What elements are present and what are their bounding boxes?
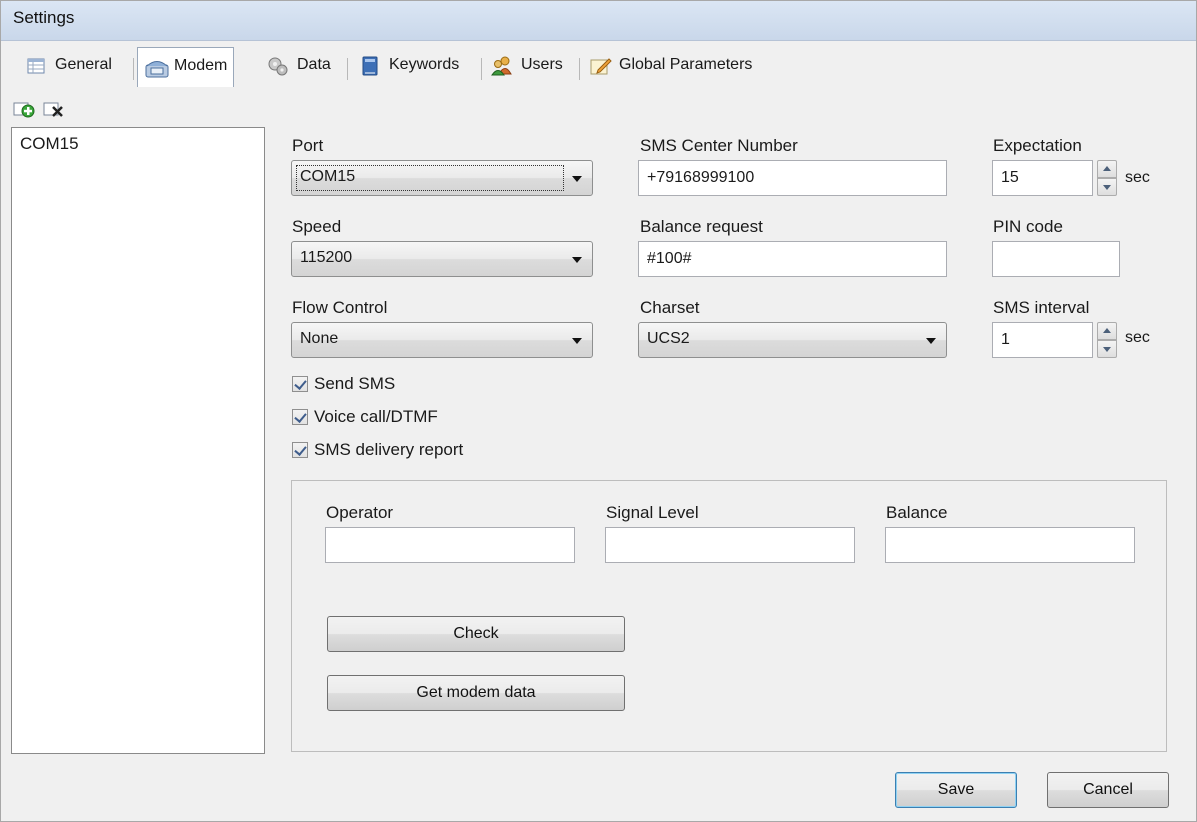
focus-rect [296,165,564,191]
expectation-label: Expectation [993,136,1082,155]
port-select[interactable]: COM15 [291,160,593,196]
speed-label: Speed [292,217,342,236]
tab-keywords[interactable]: Keywords [353,51,465,83]
tab-modem[interactable]: Modem [137,47,235,87]
modem-list[interactable]: COM15 [11,127,265,754]
balance-label: Balance [886,503,948,522]
cancel-button[interactable]: Cancel [1047,772,1169,808]
check-button[interactable]: Check [327,616,625,652]
chevron-down-icon [926,338,936,344]
charset-select[interactable]: UCS2 [638,322,947,358]
get-modem-data-button[interactable]: Get modem data [327,675,625,711]
charset-value: UCS2 [647,330,690,347]
tab-separator [347,58,348,80]
add-modem-icon [13,102,35,118]
port-label: Port [292,136,324,155]
pencil-icon [589,56,612,76]
expectation-spinner[interactable] [1097,160,1117,196]
gears-icon [267,56,289,76]
chevron-down-icon [572,338,582,344]
tab-data[interactable]: Data [261,51,337,83]
speed-select[interactable]: 115200 [291,241,593,277]
chevron-down-icon [572,176,582,182]
remove-modem-icon [43,102,63,117]
spin-down-icon[interactable] [1097,178,1117,196]
speed-value: 115200 [300,249,353,266]
sms-center-input[interactable]: +79168999100 [638,160,947,196]
operator-field [325,527,575,563]
phone-icon [144,57,169,78]
expectation-input[interactable]: 15 [992,160,1093,196]
sms-interval-spinner[interactable] [1097,322,1117,358]
balance-request-input[interactable]: #100# [638,241,947,277]
table-icon [25,56,47,76]
flow-control-label: Flow Control [292,298,388,317]
send-sms-label: Send SMS [314,374,396,393]
tab-separator [481,58,482,80]
save-button[interactable]: Save [895,772,1017,808]
tab-separator [133,58,134,80]
tab-users[interactable]: Users [485,51,569,83]
signal-level-field [605,527,855,563]
pin-code-label: PIN code [993,217,1063,236]
sms-interval-label: SMS interval [993,298,1090,317]
tab-general[interactable]: General [19,51,118,83]
flow-control-value: None [300,330,339,347]
checkmark-icon[interactable] [292,376,308,392]
tab-global-parameters[interactable]: Global Parameters [583,51,758,83]
settings-window: Settings General Modem Data Keywords Use… [0,0,1197,822]
delivery-report-checkbox[interactable]: SMS delivery report [292,440,463,460]
balance-field [885,527,1135,563]
flow-control-select[interactable]: None [291,322,593,358]
checkmark-icon[interactable] [292,442,308,458]
voice-call-checkbox[interactable]: Voice call/DTMF [292,407,438,427]
spin-up-icon[interactable] [1097,160,1117,178]
tab-bar: General Modem Data Keywords Users Global… [1,42,1196,87]
sms-interval-input[interactable]: 1 [992,322,1093,358]
checkmark-icon[interactable] [292,409,308,425]
book-icon [359,56,381,76]
users-icon [491,56,513,76]
list-item[interactable]: COM15 [20,134,79,154]
sms-interval-unit: sec [1125,329,1150,346]
pin-code-input[interactable] [992,241,1120,277]
operator-label: Operator [326,503,394,522]
remove-modem-button[interactable] [43,97,65,119]
modem-toolbar [13,97,65,121]
balance-request-label: Balance request [640,217,763,236]
delivery-report-label: SMS delivery report [314,440,464,459]
window-title: Settings [1,1,1196,41]
spin-down-icon[interactable] [1097,340,1117,358]
modem-status-group: Operator Signal Level Balance Check Get … [291,480,1167,752]
spin-up-icon[interactable] [1097,322,1117,340]
sms-center-label: SMS Center Number [640,136,798,155]
voice-call-label: Voice call/DTMF [314,407,438,426]
add-modem-button[interactable] [13,97,35,119]
send-sms-checkbox[interactable]: Send SMS [292,374,395,394]
expectation-unit: sec [1125,169,1150,186]
signal-level-label: Signal Level [606,503,699,522]
tab-separator [579,58,580,80]
chevron-down-icon [572,257,582,263]
charset-label: Charset [640,298,700,317]
